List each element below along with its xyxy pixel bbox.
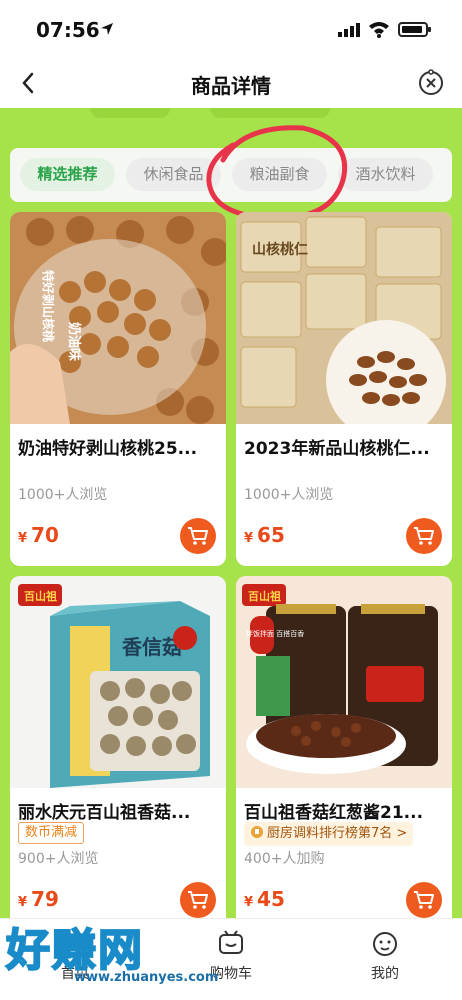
- product-card[interactable]: 山核桃仁 2023年新品山核桃仁... 1000+人浏览 ¥65: [236, 212, 452, 566]
- product-image-walnut-kernels: 山核桃仁: [236, 212, 452, 424]
- tab-snacks[interactable]: 休闲食品: [126, 158, 221, 191]
- home-icon: [64, 932, 86, 956]
- currency-symbol: ¥: [244, 895, 254, 910]
- bottom-nav-label: 我的: [371, 966, 399, 982]
- product-views: 1000+人浏览: [244, 487, 334, 503]
- product-card[interactable]: 特好剥山核桃 奶油味 奶油特好剥山核桃25... 1000+人浏览 ¥70: [10, 212, 226, 566]
- product-card[interactable]: 百山祖 拌饭拌面 百搭百香 百山祖香菇红葱酱21... 厨房调料排行榜第7名 >…: [236, 576, 452, 930]
- add-to-cart-button[interactable]: [180, 882, 216, 918]
- nav-bar: 商品详情: [0, 58, 462, 108]
- promo-tag: 数币满减: [18, 822, 85, 844]
- bottom-nav-cart[interactable]: 购物车: [186, 929, 276, 983]
- status-bar: 07:56: [0, 0, 462, 58]
- page-title: 商品详情: [191, 74, 271, 98]
- battery-icon: [398, 22, 431, 37]
- price-value: 79: [31, 887, 59, 911]
- close-mini-program-icon[interactable]: [416, 68, 446, 98]
- price-value: 70: [31, 523, 59, 547]
- product-price: ¥65: [244, 523, 285, 547]
- currency-symbol: ¥: [18, 531, 28, 546]
- rank-tag[interactable]: 厨房调料排行榜第7名 >: [244, 822, 414, 846]
- product-title: 奶油特好剥山核桃25...: [18, 439, 198, 459]
- image-text-label: 拌饭拌面 百搭百香: [246, 629, 304, 638]
- category-tab-row: 精选推荐 休闲食品 粮油副食 酒水饮料: [10, 148, 452, 202]
- cart-icon: [188, 891, 208, 909]
- bottom-nav-label: 购物车: [210, 966, 252, 982]
- bottom-nav-bar: 首页 购物车 我的: [0, 918, 462, 1000]
- wifi-icon: [369, 22, 389, 38]
- rank-tag-label: 厨房调料排行榜第7名 >: [267, 826, 408, 841]
- cart-icon: [414, 891, 434, 909]
- product-image-mushroom-sauce: 百山祖 拌饭拌面 百搭百香: [236, 576, 452, 788]
- product-title: 丽水庆元百山祖香菇...: [18, 803, 191, 823]
- status-time: 07:56: [36, 18, 100, 42]
- add-to-cart-button[interactable]: [406, 882, 442, 918]
- signal-icon: [338, 23, 360, 37]
- location-arrow-icon: [101, 23, 113, 35]
- image-text-label: 特好剥山核桃: [41, 270, 56, 342]
- product-price: ¥79: [18, 887, 59, 911]
- bottom-nav-profile[interactable]: 我的: [340, 929, 430, 983]
- currency-symbol: ¥: [244, 531, 254, 546]
- image-text-label: 山核桃仁: [252, 241, 308, 258]
- cart-icon: [414, 527, 434, 545]
- product-views: 1000+人浏览: [18, 487, 108, 503]
- product-image-walnuts: 特好剥山核桃 奶油味: [10, 212, 226, 424]
- product-price: ¥70: [18, 523, 59, 547]
- image-text-label: 百山祖: [248, 589, 281, 603]
- product-title: 2023年新品山核桃仁...: [244, 439, 430, 459]
- product-price: ¥45: [244, 887, 285, 911]
- tab-grain-oil[interactable]: 粮油副食: [232, 158, 327, 191]
- tab-featured[interactable]: 精选推荐: [20, 158, 115, 191]
- product-title: 百山祖香菇红葱酱21...: [244, 803, 424, 823]
- banner-decoration: [210, 108, 330, 118]
- trophy-icon: [251, 826, 263, 838]
- cart-icon: [219, 930, 243, 954]
- product-views: 900+人浏览: [18, 851, 99, 867]
- bottom-nav-home[interactable]: 首页: [30, 929, 120, 983]
- product-card[interactable]: 百山祖 香信菇 丽水庆元百山祖香菇... 数币满减 900+人浏览 ¥79: [10, 576, 226, 930]
- price-value: 45: [257, 887, 285, 911]
- image-text-label: 香信菇: [122, 635, 182, 659]
- cart-icon: [188, 527, 208, 545]
- add-to-cart-button[interactable]: [180, 518, 216, 554]
- bottom-nav-label: 首页: [61, 966, 89, 982]
- banner-strip: [0, 108, 462, 144]
- image-text-label: 奶油味: [66, 321, 82, 361]
- tab-drinks[interactable]: 酒水饮料: [338, 158, 433, 191]
- product-image-mushroom-box: 百山祖 香信菇: [10, 576, 226, 788]
- add-to-cart-button[interactable]: [406, 518, 442, 554]
- banner-decoration: [90, 108, 170, 118]
- currency-symbol: ¥: [18, 895, 28, 910]
- profile-icon: [373, 932, 397, 956]
- image-text-label: 百山祖: [24, 589, 57, 603]
- price-value: 65: [257, 523, 285, 547]
- product-views: 400+人加购: [244, 851, 325, 867]
